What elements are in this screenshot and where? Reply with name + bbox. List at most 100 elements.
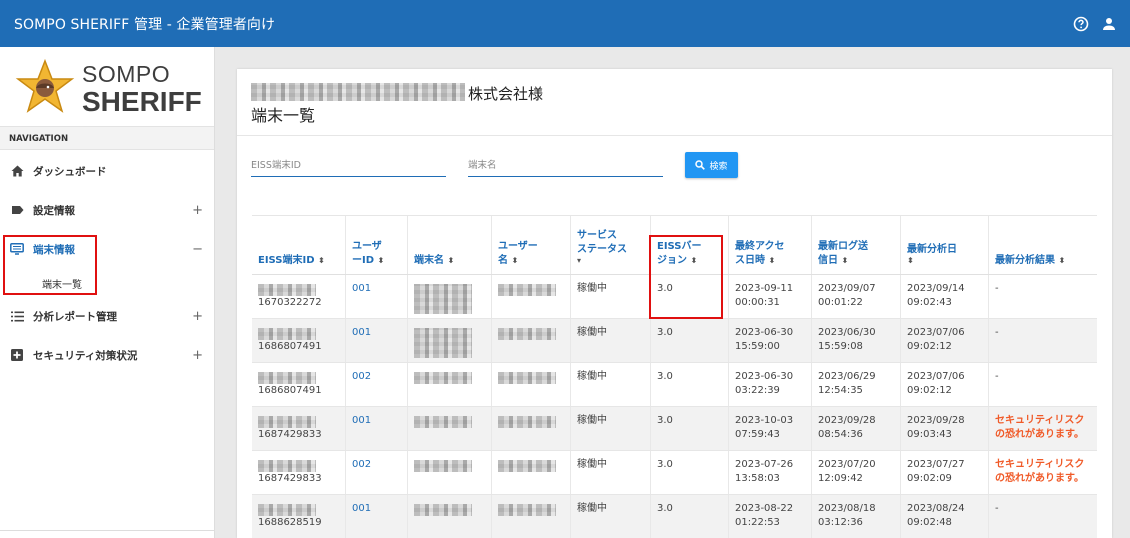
column-header-analysis-result[interactable]: 最新分析結果 ⬍ (988, 216, 1097, 274)
column-header-eiss-id[interactable]: EISS端末ID ⬍ (252, 216, 345, 274)
eiss-id: 1688628519 (258, 517, 322, 528)
last-analysis-date: 2023/07/06 (907, 327, 965, 338)
last-log-date: 2023/06/29 (818, 371, 876, 382)
list-icon (9, 311, 25, 322)
last-analysis-date: 2023/09/28 (907, 415, 965, 426)
table-row[interactable]: 1687429833 001 稼働中 3.0 2023-10-03 07:59:4… (252, 407, 1097, 451)
service-status: 稼働中 (570, 495, 650, 538)
last-log-date: 2023/08/18 (818, 503, 876, 514)
last-access-date: 2023-08-22 (735, 503, 794, 514)
sidebar-item-analysis-report[interactable]: 分析レポート管理 + (0, 303, 214, 329)
sidebar-item-security-status[interactable]: セキュリティ対策状況 + (0, 342, 214, 368)
sort-icon: ⬍ (318, 255, 325, 265)
search-button[interactable]: 検索 (685, 152, 738, 178)
eiss-id-input[interactable]: EISS端末ID (251, 154, 446, 177)
last-access-time: 15:59:00 (735, 341, 780, 352)
column-header-user-id[interactable]: ユーザ ーID ⬍ (345, 216, 407, 274)
last-analysis-date: 2023/08/24 (907, 503, 965, 514)
last-analysis-time: 09:02:12 (907, 341, 952, 352)
sort-icon: ⬍ (447, 255, 455, 265)
redacted-value (258, 460, 316, 472)
redacted-user-name (498, 328, 556, 340)
last-analysis-time: 09:02:09 (907, 473, 952, 484)
highlight-box (649, 235, 723, 319)
device-name-input[interactable]: 端末名 (468, 154, 663, 177)
analysis-result: - (995, 283, 999, 294)
redacted-user-name (498, 284, 556, 296)
analysis-result: - (995, 327, 999, 338)
last-access-date: 2023-06-30 (735, 371, 794, 382)
redacted-value (258, 372, 316, 384)
sidebar-item-dashboard[interactable]: ダッシュボード (0, 158, 214, 184)
redacted-user-name (498, 460, 556, 472)
card-header: 株式会社様 端末一覧 (237, 69, 1112, 136)
last-log-time: 12:09:42 (818, 473, 863, 484)
last-access-time: 13:58:03 (735, 473, 780, 484)
user-id-link[interactable]: 001 (345, 319, 407, 362)
redacted-device-name (414, 284, 472, 314)
eiss-version: 3.0 (650, 495, 728, 538)
redacted-value (258, 284, 316, 296)
user-id-link[interactable]: 001 (345, 407, 407, 450)
sort-icon: ⬍ (377, 255, 385, 265)
page-title: 端末一覧 (251, 106, 316, 125)
sidebar-item-settings[interactable]: 設定情報 + (0, 197, 214, 223)
redacted-device-name (414, 416, 472, 428)
expand-toggle[interactable]: + (192, 309, 203, 324)
expand-toggle[interactable]: + (192, 348, 203, 363)
user-id-link[interactable]: 001 (345, 275, 407, 318)
column-header-service-status[interactable]: サービス ステータス ▾ (570, 216, 650, 274)
eiss-id: 1670322272 (258, 297, 322, 308)
sort-down-icon: ▾ (577, 256, 582, 266)
sompo-sheriff-logo[interactable]: SOMPO SHERIFF (12, 55, 202, 125)
redacted-device-name (414, 504, 472, 516)
last-log-time: 12:54:35 (818, 385, 863, 396)
sort-icon: ⬍ (1058, 255, 1066, 265)
eiss-id: 1686807491 (258, 341, 322, 352)
last-access-time: 00:00:31 (735, 297, 780, 308)
user-icon[interactable] (1102, 17, 1116, 31)
last-access-time: 03:22:39 (735, 385, 780, 396)
logo-line-1: SOMPO (82, 61, 171, 87)
last-analysis-time: 09:02:43 (907, 297, 952, 308)
sidebar-item-label: 分析レポート管理 (33, 310, 117, 323)
table-row[interactable]: 1687429833 002 稼働中 3.0 2023-07-26 13:58:0… (252, 451, 1097, 495)
last-access-date: 2023-10-03 (735, 415, 794, 426)
column-header-last-analysis[interactable]: 最新分析日 ⬍ (900, 216, 988, 274)
redacted-user-name (498, 416, 556, 428)
column-header-device-name[interactable]: 端末名 ⬍ (407, 216, 491, 274)
last-access-date: 2023-06-30 (735, 327, 794, 338)
table-row[interactable]: 1686807491 002 稼働中 3.0 2023-06-30 03:22:3… (252, 363, 1097, 407)
sidebar-item-label: セキュリティ対策状況 (33, 349, 138, 362)
column-header-user-name[interactable]: ユーザー名 ⬍ (491, 216, 570, 274)
user-id-link[interactable]: 001 (345, 495, 407, 538)
redacted-user-name (498, 504, 556, 516)
expand-toggle[interactable]: + (192, 203, 203, 218)
app-title: SOMPO SHERIFF 管理 - 企業管理者向け (14, 16, 276, 33)
last-log-time: 00:01:22 (818, 297, 863, 308)
redacted-value (258, 504, 316, 516)
column-header-last-access[interactable]: 最終アクセ ス日時 ⬍ (728, 216, 811, 274)
sort-icon: ⬍ (768, 255, 776, 265)
column-header-last-log[interactable]: 最新ログ送 信日 ⬍ (811, 216, 900, 274)
eiss-id: 1687429833 (258, 473, 322, 484)
last-analysis-time: 09:02:48 (907, 517, 952, 528)
analysis-result: - (995, 503, 999, 514)
last-log-date: 2023/09/28 (818, 415, 876, 426)
last-log-date: 2023/09/07 (818, 283, 876, 294)
user-id-link[interactable]: 002 (345, 451, 407, 494)
sort-icon: ⬍ (841, 255, 849, 265)
collapse-toggle[interactable]: − (192, 242, 203, 257)
help-circle-icon[interactable] (1073, 16, 1089, 32)
table-row[interactable]: 1686807491 001 稼働中 3.0 2023-06-30 15:59:0… (252, 319, 1097, 363)
redacted-device-name (414, 328, 472, 358)
user-id-link[interactable]: 002 (345, 363, 407, 406)
table-row[interactable]: 1688628519 001 稼働中 3.0 2023-08-22 01:22:5… (252, 495, 1097, 538)
redacted-value (258, 416, 316, 428)
analysis-result-risk: セキュリティリスク (995, 415, 1085, 426)
redacted-user-name (498, 372, 556, 384)
service-status: 稼働中 (570, 363, 650, 406)
top-app-bar: SOMPO SHERIFF 管理 - 企業管理者向け (0, 0, 1130, 47)
logo-line-2: SHERIFF (82, 86, 202, 117)
home-icon (9, 165, 25, 177)
